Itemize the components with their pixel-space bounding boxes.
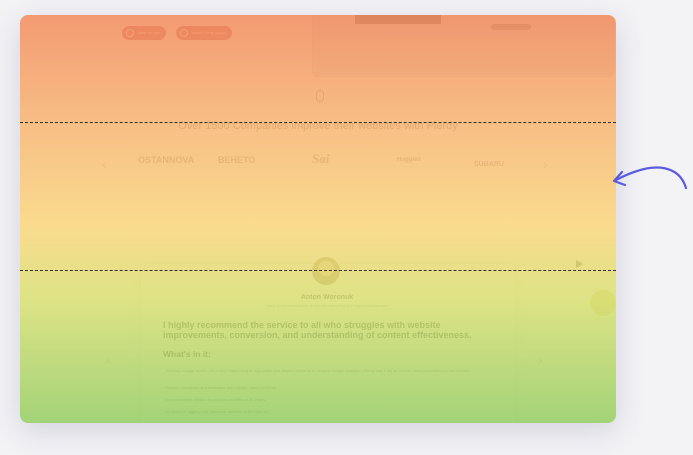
hero-image-bar [355,15,441,24]
list-item: Tracking of page scrolls. It's a very us… [165,368,471,373]
play-icon[interactable] [576,260,583,268]
website-screenshot: Start for free Install Perdy plugin Over… [20,15,616,423]
list-item: Register conditions and heatmaps from mo… [165,385,277,390]
list-item: Any convenient division by sources of tr… [165,397,267,402]
logo-beheto: BEHETO [218,155,256,165]
start-free-button[interactable]: Start for free [122,26,167,40]
chevron-left-icon[interactable]: ‹ [102,156,107,172]
testimonial-quote: I highly recommend the service to all wh… [163,320,472,340]
list-item: An option of tagging and presence statis… [165,409,270,414]
next-slide-icon[interactable] [590,290,616,316]
logo-subaru: SUBARU [474,161,504,168]
scroll-depth-line [20,122,616,123]
scroll-mouse-icon [316,90,324,102]
hero-image [312,15,614,77]
testimonial-next-icon[interactable]: › [538,351,543,367]
button-icon [180,29,188,37]
testimonial-name: Anton Woronuk [300,294,354,301]
heatmap-preview-card: Start for free Install Perdy plugin Over… [20,15,616,423]
testimonial-prev-icon[interactable]: ‹ [106,351,111,367]
testimonial-role: Head of the department of internet marke… [265,303,389,308]
button-icon [126,29,134,37]
hero-image-tag [491,24,531,30]
avatar [310,255,342,287]
curved-arrow-icon [612,166,688,190]
install-plugin-button[interactable]: Install Perdy plugin [176,26,232,40]
whats-in-it-heading: What's in it: [163,349,211,359]
logo-huggies: Huggies [397,157,421,163]
scroll-depth-line [20,270,616,271]
logo-ostannova: OSTANNOVA [138,155,195,165]
chevron-right-icon[interactable]: › [543,156,548,172]
logo-sai: Sai [312,151,330,166]
